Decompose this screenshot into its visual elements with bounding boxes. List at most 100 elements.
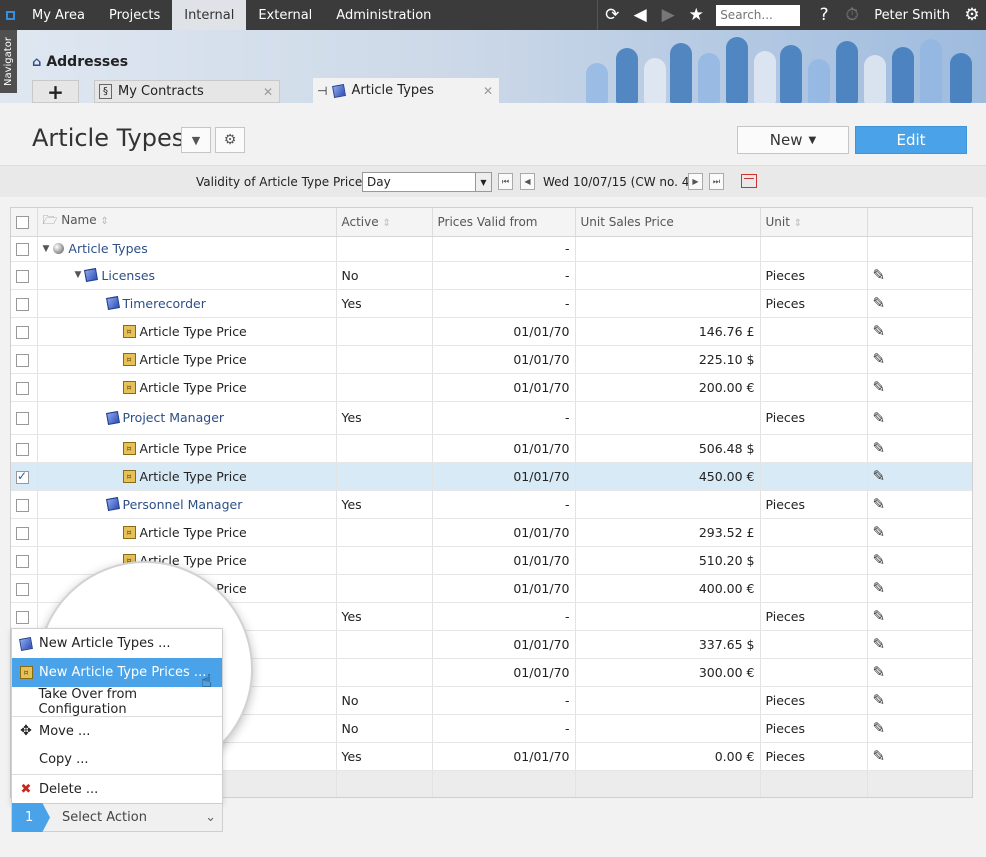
row-checkbox[interactable] (16, 526, 29, 540)
edit-pencil-icon[interactable]: ✎ (873, 350, 886, 368)
edit-pencil-icon[interactable]: ✎ (873, 663, 886, 681)
select-all-cell (11, 208, 38, 237)
valid-from-cell: 01/01/70 (432, 546, 576, 575)
first-period-button[interactable]: ⏮ (498, 173, 513, 190)
calendar-icon[interactable] (741, 174, 757, 188)
table-row[interactable]: ¤ Article Type Price 01/01/70 293.52 £ ✎ (11, 518, 972, 547)
edit-pencil-icon[interactable]: ✎ (873, 607, 886, 625)
tab-article-types[interactable]: ⊣ Article Types ✕ (313, 78, 499, 103)
nav-tab-administration[interactable]: Administration (324, 0, 443, 30)
period-select[interactable]: Day ▼ (362, 172, 492, 192)
close-icon[interactable]: ✕ (263, 85, 273, 99)
nav-tab-external[interactable]: External (246, 0, 324, 30)
column-header-name[interactable]: 🗁 Name ⇕ (37, 208, 337, 237)
new-button[interactable]: New ▼ (737, 126, 849, 154)
row-name[interactable]: Project Manager (123, 410, 225, 425)
edit-pencil-icon[interactable]: ✎ (873, 467, 886, 485)
row-actions-cell: ✎ (867, 546, 972, 575)
menu-item-delete[interactable]: ✖ Delete ... (12, 774, 222, 803)
select-all-checkbox[interactable] (16, 215, 29, 229)
edit-pencil-icon[interactable]: ✎ (873, 691, 886, 709)
previous-period-button[interactable]: ◀ (520, 173, 535, 190)
favorites-star-icon[interactable]: ★ (682, 0, 710, 30)
timer-icon[interactable]: ⏱ (838, 0, 866, 30)
add-tab-button[interactable]: + (32, 80, 79, 104)
edit-pencil-icon[interactable]: ✎ (873, 551, 886, 569)
edit-pencil-icon[interactable]: ✎ (873, 378, 886, 396)
table-row[interactable]: ¤Article Type Price 01/01/70450.00 € ✎ (11, 462, 972, 491)
edit-pencil-icon[interactable]: ✎ (873, 266, 886, 284)
menu-item-take-over[interactable]: • Take Over from Configuration (12, 687, 222, 717)
row-checkbox[interactable] (16, 469, 29, 484)
row-checkbox[interactable] (16, 297, 29, 311)
row-checkbox[interactable] (16, 610, 29, 624)
settings-gear-icon[interactable]: ⚙ (958, 0, 986, 30)
column-header-valid-from[interactable]: Prices Valid from (432, 208, 576, 237)
row-select-cell (11, 546, 38, 575)
edit-pencil-icon[interactable]: ✎ (873, 322, 886, 340)
select-action-bar[interactable]: 1 Select Action ⌄ (11, 803, 223, 832)
menu-item-new-article-types[interactable]: New Article Types ... (12, 629, 222, 658)
table-row[interactable]: ¤ Article Type Price 01/01/70 225.10 $ ✎ (11, 345, 972, 374)
edit-pencil-icon[interactable]: ✎ (873, 409, 886, 427)
row-name[interactable]: Article Types (68, 241, 147, 256)
app-logo-icon[interactable] (0, 0, 20, 30)
table-row[interactable]: Timerecorder Yes - Pieces ✎ (11, 289, 972, 318)
edit-pencil-icon[interactable]: ✎ (873, 439, 886, 457)
row-name[interactable]: Timerecorder (123, 296, 206, 311)
expand-triangle-icon[interactable]: ▼ (75, 270, 82, 280)
row-name[interactable]: Personnel Manager (123, 497, 243, 512)
edit-pencil-icon[interactable]: ✎ (873, 635, 886, 653)
row-checkbox[interactable] (16, 442, 29, 456)
edit-pencil-icon[interactable]: ✎ (873, 523, 886, 541)
column-header-unit-sales-price[interactable]: Unit Sales Price (575, 208, 761, 237)
row-checkbox[interactable] (16, 381, 29, 395)
refresh-icon[interactable]: ⟳ (598, 0, 626, 30)
edit-pencil-icon[interactable]: ✎ (873, 747, 886, 765)
last-period-button[interactable]: ⏭ (709, 173, 724, 190)
close-icon[interactable]: ✕ (483, 84, 493, 98)
user-name[interactable]: Peter Smith (866, 8, 958, 23)
edit-pencil-icon[interactable]: ✎ (873, 495, 886, 513)
nav-tab-my-area[interactable]: My Area (20, 0, 97, 30)
title-dropdown-button[interactable]: ▼ (181, 127, 211, 153)
forward-arrow-icon[interactable]: ▶ (654, 0, 682, 30)
edit-pencil-icon[interactable]: ✎ (873, 294, 886, 312)
column-header-unit[interactable]: Unit ⇕ (760, 208, 868, 237)
table-row[interactable]: ¤ Article Type Price 01/01/70 506.48 $ ✎ (11, 434, 972, 463)
nav-tab-projects[interactable]: Projects (97, 0, 172, 30)
row-checkbox[interactable] (16, 498, 29, 512)
expand-triangle-icon[interactable]: ▼ (43, 244, 50, 254)
column-header-active[interactable]: Active ⇕ (336, 208, 433, 237)
row-name[interactable]: Licenses (101, 268, 155, 283)
menu-item-copy[interactable]: • Copy ... (12, 745, 222, 774)
row-checkbox[interactable] (16, 353, 29, 367)
menu-item-new-article-type-prices[interactable]: ¤ New Article Type Prices ... (12, 658, 222, 687)
table-row[interactable]: ▼ Article Types - (11, 236, 972, 262)
edit-pencil-icon[interactable]: ✎ (873, 579, 886, 597)
pin-icon[interactable]: ⊣ (317, 84, 327, 98)
table-row[interactable]: Personnel Manager Yes - Pieces ✎ (11, 490, 972, 519)
help-icon[interactable]: ? (810, 0, 838, 30)
table-row[interactable]: Project Manager Yes - Pieces ✎ (11, 401, 972, 435)
back-arrow-icon[interactable]: ◀ (626, 0, 654, 30)
edit-pencil-icon[interactable]: ✎ (873, 719, 886, 737)
row-checkbox[interactable] (16, 582, 29, 596)
next-period-button[interactable]: ▶ (688, 173, 703, 190)
row-checkbox[interactable] (16, 325, 29, 339)
edit-button[interactable]: Edit (855, 126, 967, 154)
table-row[interactable]: ▼ Licenses No - Pieces ✎ (11, 261, 972, 290)
view-settings-button[interactable]: ⚙ (215, 127, 245, 153)
row-checkbox[interactable] (16, 269, 29, 283)
tab-my-contracts[interactable]: § My Contracts ✕ (94, 80, 280, 103)
row-checkbox[interactable] (16, 412, 29, 425)
nav-tab-internal[interactable]: Internal (172, 0, 247, 30)
row-checkbox[interactable] (16, 243, 29, 256)
table-row[interactable]: ¤ Article Type Price 01/01/70 200.00 € ✎ (11, 373, 972, 402)
navigator-toggle[interactable]: Navigator (0, 30, 17, 93)
row-checkbox[interactable] (16, 554, 29, 568)
active-cell (336, 658, 433, 687)
search-input[interactable] (716, 4, 801, 26)
table-row[interactable]: ¤ Article Type Price 01/01/70 146.76 £ ✎ (11, 317, 972, 346)
menu-item-move[interactable]: ✥ Move ... (12, 716, 222, 745)
